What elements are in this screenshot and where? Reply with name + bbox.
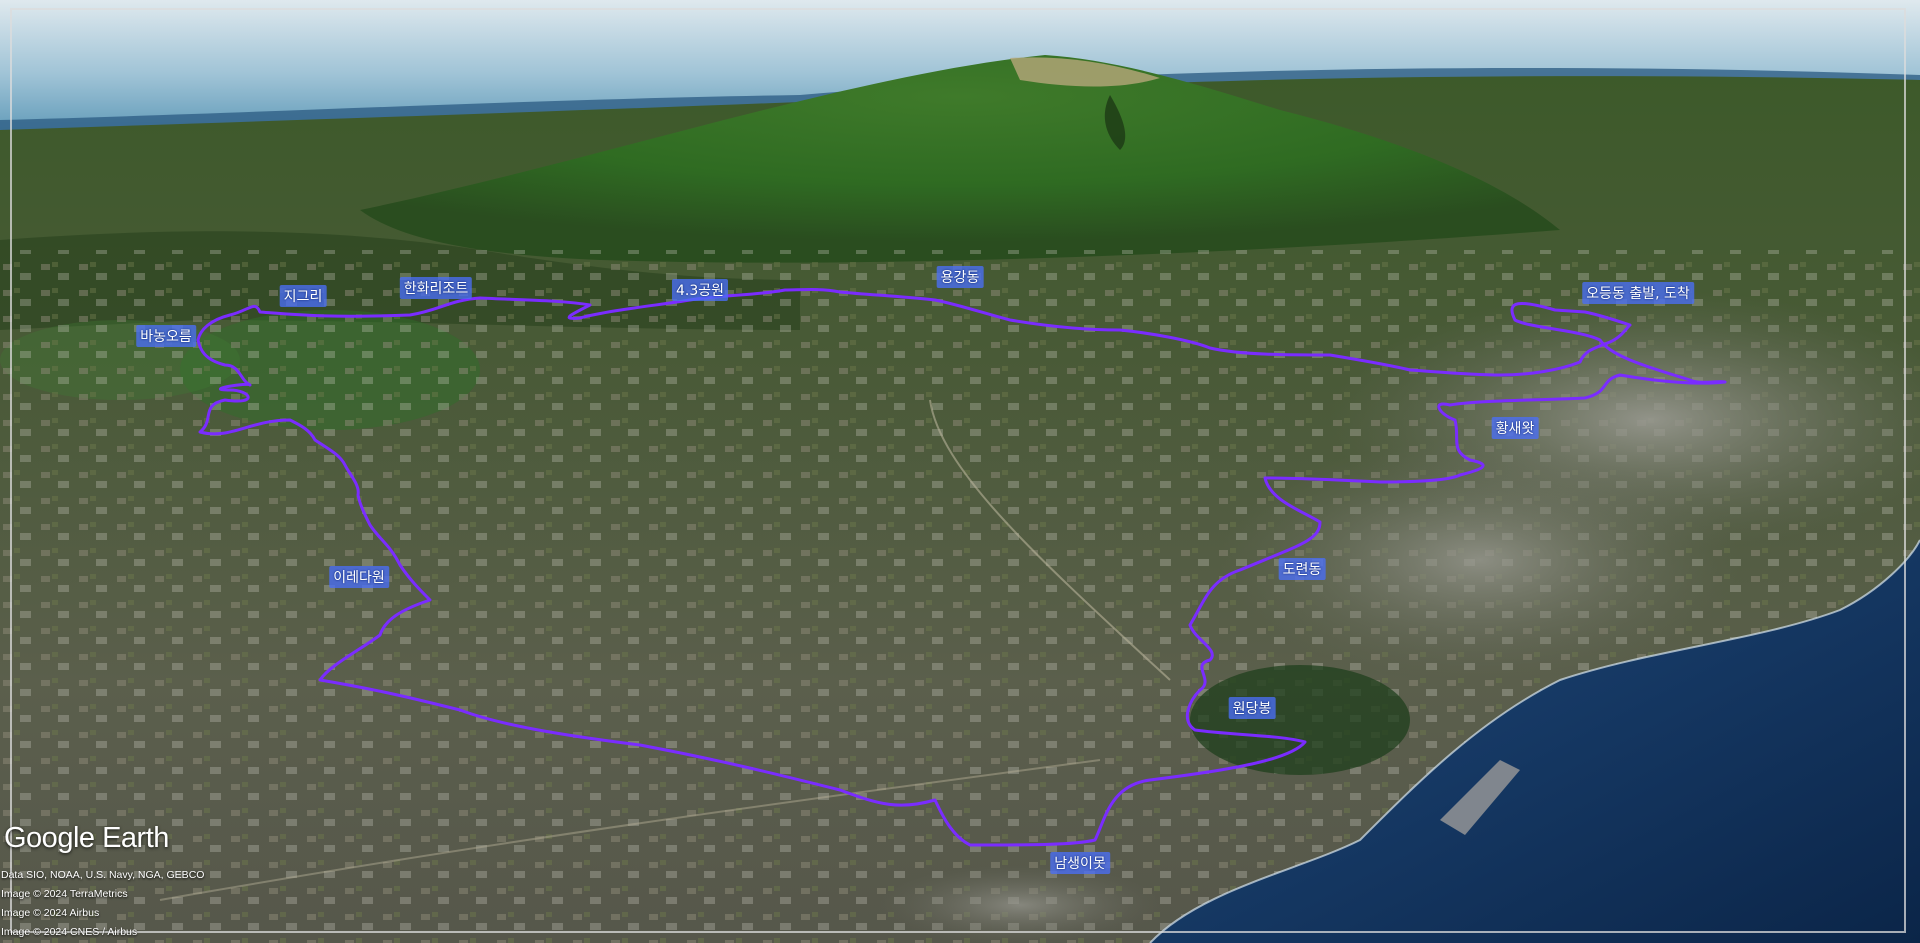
place-label-park-43[interactable]: 4.3공원 [671, 279, 729, 301]
attribution-line: Image © 2024 TerraMetrics [1, 888, 128, 900]
place-label-wondangbong[interactable]: 원당봉 [1228, 697, 1276, 719]
place-label-iredawon[interactable]: 이레다원 [329, 566, 389, 588]
place-label-namsaengimot[interactable]: 남생이못 [1050, 852, 1110, 874]
attribution-line: Data SIO, NOAA, U.S. Navy, NGA, GEBCO [1, 869, 205, 881]
place-label-banong-oreum[interactable]: 바농오름 [136, 325, 196, 347]
place-label-start-finish[interactable]: 오등동 출발, 도착 [1582, 282, 1694, 304]
place-label-hanwha-resort[interactable]: 한화리조트 [399, 277, 473, 299]
attribution: Data SIO, NOAA, U.S. Navy, NGA, GEBCO Im… [1, 866, 204, 942]
attribution-line: Image © 2024 Airbus [1, 907, 100, 919]
google-earth-logo: Google Earth [4, 822, 169, 854]
satellite-terrain [0, 0, 1920, 943]
attribution-line: Image © 2024 CNES / Airbus [1, 926, 138, 938]
place-label-yonggang[interactable]: 용강동 [936, 266, 984, 288]
place-label-hwangsaewat[interactable]: 황새왓 [1491, 417, 1539, 439]
place-label-jigeuri[interactable]: 지그리 [279, 285, 327, 307]
map-viewport[interactable]: 오등동 출발, 도착 용강동 4.3공원 한화리조트 지그리 바농오름 황새왓 … [0, 0, 1920, 943]
place-label-doryeondong[interactable]: 도련동 [1278, 558, 1326, 580]
